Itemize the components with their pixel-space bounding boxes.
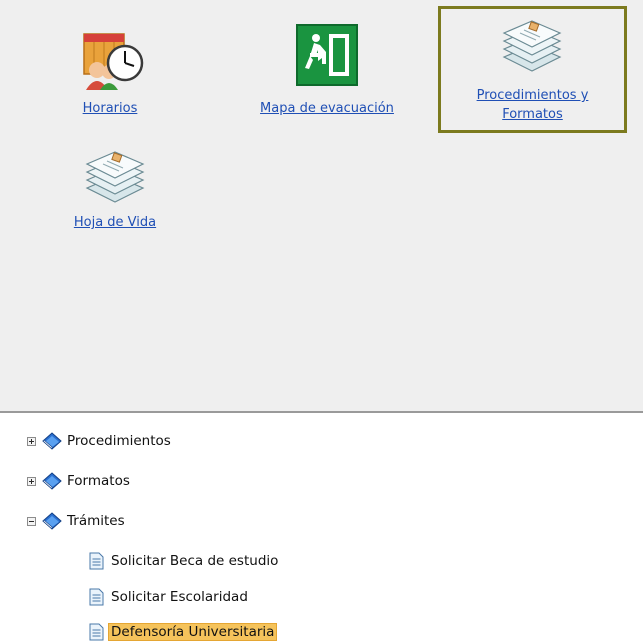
book-icon (42, 432, 62, 450)
expand-icon[interactable] (27, 436, 36, 446)
document-icon (89, 623, 104, 641)
tree-leaf-label: Solicitar Beca de estudio (111, 553, 279, 569)
tree-node-formatos[interactable]: Formatos (27, 469, 130, 493)
tree-leaf-label: Solicitar Escolaridad (111, 589, 248, 605)
documents-stack-icon (85, 151, 145, 203)
tile-label-line2[interactable]: Formatos (441, 105, 624, 124)
tree-node-label: Procedimientos (67, 433, 171, 449)
tile-label[interactable]: Horarios (70, 99, 150, 118)
tile-label-line1[interactable]: Procedimientos y (441, 86, 624, 105)
collapse-icon[interactable] (27, 516, 36, 526)
tree-leaf-beca[interactable]: Solicitar Beca de estudio (89, 549, 281, 573)
document-icon (89, 552, 104, 570)
tile-mapa-evacuacion[interactable]: Mapa de evacuación (227, 20, 427, 120)
tree-leaf-escolaridad[interactable]: Solicitar Escolaridad (89, 585, 251, 609)
tree-node-label: Formatos (67, 473, 130, 489)
tile-hoja-de-vida[interactable]: Hoja de Vida (50, 138, 180, 238)
tree-view: Procedimientos Formatos Trámites Solicit… (0, 413, 643, 643)
tile-label[interactable]: Mapa de evacuación (227, 99, 427, 118)
icon-panel: Horarios Mapa de evacuación Procedimient… (0, 0, 643, 413)
book-icon (42, 512, 62, 530)
tree-node-label: Trámites (67, 513, 125, 529)
documents-stack-icon (502, 20, 562, 72)
schedule-people-clock-icon (83, 33, 144, 90)
emergency-exit-icon (296, 24, 358, 86)
tile-horarios[interactable]: Horarios (70, 20, 150, 120)
tree-node-procedimientos[interactable]: Procedimientos (27, 429, 171, 453)
tile-label[interactable]: Hoja de Vida (50, 213, 180, 232)
tree-leaf-defensoria[interactable]: Defensoría Universitaria (89, 620, 278, 644)
expand-icon[interactable] (27, 476, 36, 486)
tree-node-tramites[interactable]: Trámites (27, 509, 125, 533)
tile-procedimientos-formatos[interactable]: Procedimientos y Formatos (438, 6, 627, 133)
tree-leaf-label: Defensoría Universitaria (108, 623, 278, 641)
document-icon (89, 588, 104, 606)
book-icon (42, 472, 62, 490)
